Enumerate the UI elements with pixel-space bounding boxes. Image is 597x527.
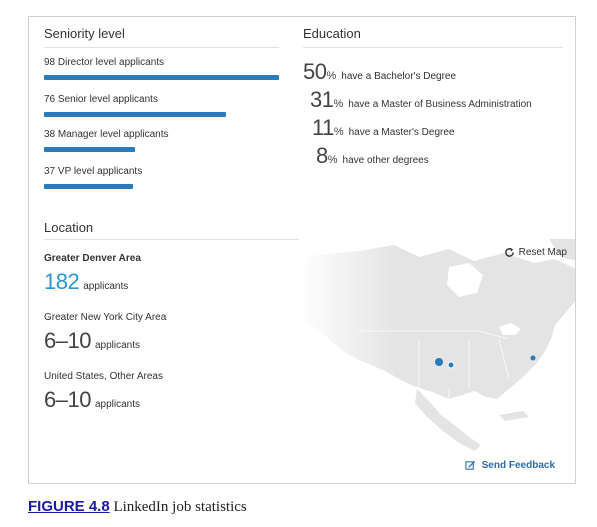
- location-count-value: 6–10: [44, 387, 91, 412]
- location-count-other: 6–10 applicants: [44, 387, 140, 413]
- figure-link[interactable]: FIGURE 4.8: [28, 498, 110, 515]
- applicant-location-map[interactable]: [299, 239, 576, 454]
- education-title: Education: [303, 26, 361, 41]
- figure-caption: FIGURE 4.8 LinkedIn job statistics: [28, 498, 247, 516]
- map-point-denver: [435, 358, 443, 366]
- seniority-label-vp: 37 VP level applicants: [44, 166, 143, 177]
- location-name-other: United States, Other Areas: [44, 371, 163, 382]
- job-statistics-card: Seniority level 98 Director level applic…: [28, 16, 576, 484]
- location-count-unit: applicants: [83, 281, 129, 292]
- education-percent-value: 8: [316, 143, 328, 168]
- seniority-bar-director: [44, 75, 279, 80]
- map-point-nyc: [530, 355, 536, 361]
- education-degree-text: have a Master's Degree: [348, 127, 455, 138]
- education-percent-value: 31: [310, 87, 334, 112]
- education-row-masters: 11 % have a Master's Degree: [312, 115, 454, 141]
- seniority-bar-manager: [44, 147, 135, 152]
- seniority-bar-senior: [44, 112, 226, 117]
- edit-icon: [465, 460, 475, 470]
- location-name-nyc: Greater New York City Area: [44, 312, 167, 323]
- reset-map-button[interactable]: Reset Map: [504, 247, 567, 258]
- location-count-value: 6–10: [44, 328, 91, 353]
- location-count-nyc: 6–10 applicants: [44, 328, 140, 354]
- seniority-label-manager: 38 Manager level applicants: [44, 129, 169, 140]
- percent-symbol: %: [333, 98, 344, 110]
- seniority-label-director: 98 Director level applicants: [44, 57, 165, 68]
- education-degree-text: have other degrees: [342, 155, 429, 166]
- education-degree-text: have a Bachelor's Degree: [341, 71, 457, 82]
- figure-caption-text: LinkedIn job statistics: [109, 499, 247, 515]
- education-row-bachelors: 50 % have a Bachelor's Degree: [303, 59, 456, 85]
- location-title: Location: [44, 220, 94, 235]
- education-percent-value: 11: [312, 115, 334, 140]
- location-count-denver: 182 applicants: [44, 269, 128, 295]
- percent-symbol: %: [327, 154, 338, 166]
- seniority-bar-vp: [44, 184, 133, 189]
- location-count-value: 182: [44, 269, 80, 294]
- seniority-label-senior: 76 Senior level applicants: [44, 94, 158, 105]
- refresh-icon: [504, 247, 514, 257]
- location-count-unit: applicants: [94, 340, 140, 351]
- reset-map-label: Reset Map: [518, 247, 567, 258]
- location-name-denver: Greater Denver Area: [44, 253, 141, 264]
- education-divider: [303, 47, 563, 48]
- seniority-divider: [44, 47, 279, 48]
- map-point-secondary: [447, 361, 455, 369]
- education-degree-text: have a Master of Business Administration: [348, 99, 532, 110]
- education-row-other: 8 % have other degrees: [316, 143, 429, 169]
- percent-symbol: %: [326, 70, 337, 82]
- send-feedback-label: Send Feedback: [481, 460, 555, 471]
- percent-symbol: %: [333, 126, 344, 138]
- education-row-mba: 31 % have a Master of Business Administr…: [310, 87, 532, 113]
- education-percent-value: 50: [303, 59, 327, 84]
- send-feedback-button[interactable]: Send Feedback: [465, 460, 555, 471]
- seniority-title: Seniority level: [44, 26, 125, 41]
- location-count-unit: applicants: [94, 399, 140, 410]
